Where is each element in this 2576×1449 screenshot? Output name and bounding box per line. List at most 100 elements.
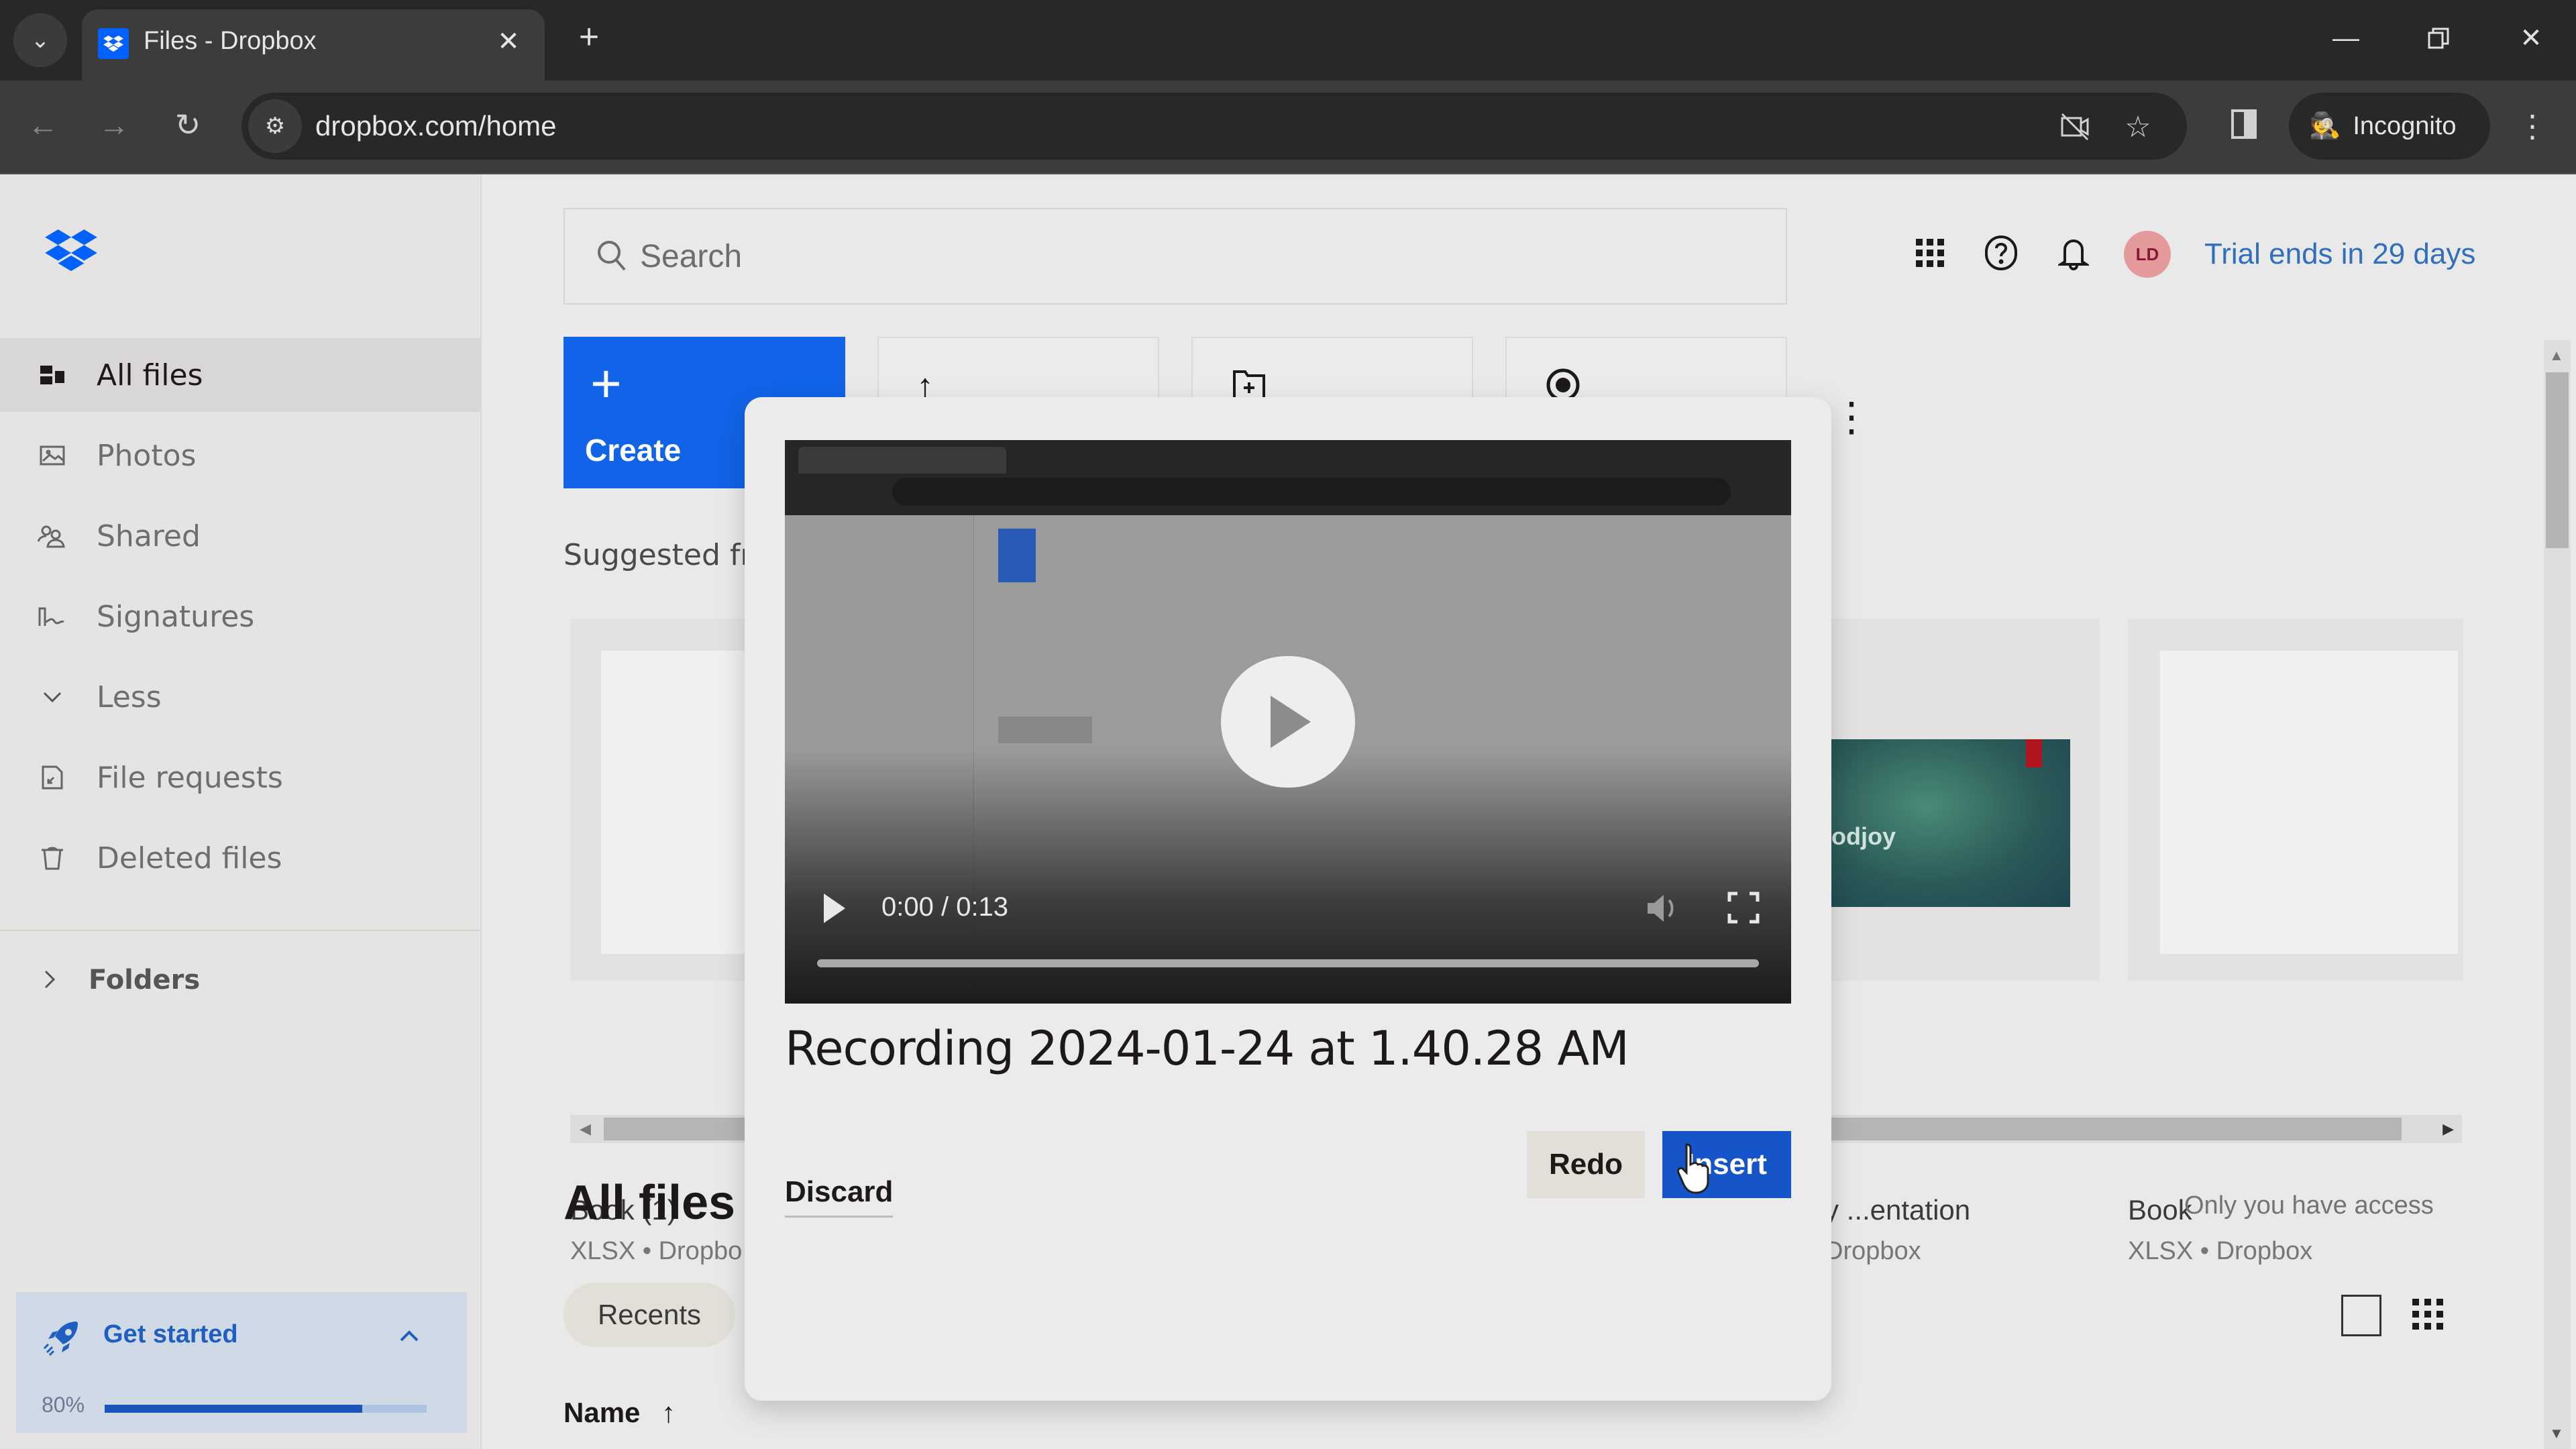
incognito-icon: 🕵	[2309, 112, 2341, 140]
sidebar-item-signatures[interactable]: Signatures	[0, 580, 480, 653]
help-icon[interactable]	[1978, 229, 2025, 276]
new-tab-button[interactable]: +	[567, 15, 611, 59]
sidebar: All files Photos Shared Signatures Less	[0, 176, 482, 1449]
file-name[interactable]: y ...entation	[1825, 1194, 1970, 1226]
search-input[interactable]	[640, 229, 1713, 283]
avatar[interactable]: LD	[2124, 231, 2171, 278]
rocket-icon	[43, 1318, 83, 1361]
file-thumbnail	[2160, 651, 2458, 954]
chevron-up-icon[interactable]	[397, 1328, 421, 1348]
progress-bar-fill	[105, 1405, 362, 1413]
thumbnail-accent	[2026, 739, 2042, 767]
access-status: Only you have access	[2184, 1191, 2434, 1220]
video-frame-heading	[998, 716, 1092, 743]
list-view-icon[interactable]	[2341, 1295, 2381, 1336]
plus-icon: +	[590, 354, 622, 413]
hand-cursor-icon	[1677, 1142, 1717, 1195]
recording-title: Recording 2024-01-24 at 1.40.28 AM	[785, 1021, 1629, 1076]
create-label: Create	[585, 433, 682, 468]
suggested-file-card[interactable]: odjoy	[1831, 619, 2100, 981]
chip-recents[interactable]: Recents	[564, 1283, 735, 1347]
volume-icon[interactable]	[1645, 891, 1685, 928]
file-requests-icon	[34, 759, 71, 796]
name-column-header[interactable]: Name ↑	[564, 1397, 676, 1429]
sidebar-item-label: Photos	[97, 438, 197, 473]
sidebar-item-label: Deleted files	[97, 841, 282, 875]
forward-icon[interactable]: →	[87, 98, 141, 152]
scroll-right-icon[interactable]: ▶	[2443, 1120, 2454, 1138]
search-icon	[596, 239, 633, 276]
bookmark-star-icon[interactable]: ☆	[2116, 105, 2160, 149]
recording-preview-modal: 0:00 / 0:13 Recording 2024-01-24 at 1.40…	[745, 397, 1831, 1401]
side-panel-icon[interactable]	[2220, 101, 2267, 148]
play-button-large[interactable]	[1221, 656, 1355, 788]
tab-search-button[interactable]: ⌄	[13, 13, 67, 67]
scroll-left-icon[interactable]: ◀	[580, 1120, 591, 1138]
more-actions-icon[interactable]: ⋮	[1831, 390, 1872, 444]
name-column-label: Name	[564, 1397, 641, 1428]
sidebar-divider	[0, 930, 480, 931]
trial-link[interactable]: Trial ends in 29 days	[2204, 237, 2475, 271]
dropbox-page: All files Photos Shared Signatures Less	[0, 176, 2576, 1449]
browser-tab[interactable]: Files - Dropbox ✕	[82, 9, 545, 80]
discard-button[interactable]: Discard	[785, 1175, 894, 1218]
address-bar[interactable]: ⚙ dropbox.com/home ☆	[241, 93, 2187, 160]
dropbox-favicon-icon	[98, 28, 129, 59]
video-time: 0:00 / 0:13	[881, 892, 1009, 922]
sidebar-item-label: Less	[97, 680, 162, 714]
url-text: dropbox.com/home	[315, 110, 557, 142]
sidebar-item-shared[interactable]: Shared	[0, 499, 480, 573]
video-frame-browser-chrome	[785, 440, 1791, 515]
sidebar-item-less[interactable]: Less	[0, 660, 480, 734]
video-frame-omnibox	[892, 478, 1731, 506]
play-icon	[1271, 696, 1311, 748]
search-bar[interactable]	[564, 208, 1787, 305]
sidebar-item-label: File requests	[97, 760, 283, 795]
scroll-up-icon[interactable]: ▲	[2549, 347, 2564, 364]
camera-off-icon[interactable]	[2053, 105, 2097, 149]
incognito-badge[interactable]: 🕵 Incognito	[2289, 93, 2490, 160]
scroll-down-icon[interactable]: ▼	[2549, 1425, 2564, 1442]
all-files-heading: All files	[564, 1176, 736, 1230]
file-meta: XLSX • Dropbo	[570, 1237, 743, 1265]
vertical-scrollbar[interactable]: ▲ ▼	[2544, 340, 2571, 1449]
dropbox-logo-icon[interactable]	[44, 229, 105, 276]
restore-icon[interactable]	[2408, 15, 2469, 62]
site-info-icon[interactable]: ⚙	[248, 99, 302, 153]
browser-menu-icon[interactable]: ⋮	[2509, 99, 2556, 153]
shared-icon	[34, 517, 71, 555]
suggested-file-card[interactable]	[2128, 619, 2463, 981]
chevron-down-icon: ⌄	[30, 28, 50, 53]
incognito-label: Incognito	[2353, 111, 2457, 140]
redo-button[interactable]: Redo	[1527, 1131, 1645, 1198]
sidebar-item-all-files[interactable]: All files	[0, 338, 480, 412]
scrollbar-thumb[interactable]	[2546, 372, 2569, 548]
suggested-section-title: Suggested fro	[564, 538, 770, 572]
sidebar-item-deleted-files[interactable]: Deleted files	[0, 821, 480, 895]
tab-close-icon[interactable]: ✕	[488, 21, 529, 62]
get-started-title: Get started	[103, 1320, 238, 1348]
back-icon[interactable]: ←	[16, 98, 70, 152]
sidebar-item-photos[interactable]: Photos	[0, 419, 480, 492]
minimize-icon[interactable]: —	[2316, 15, 2376, 62]
video-player[interactable]: 0:00 / 0:13	[785, 440, 1791, 1004]
close-window-icon[interactable]: ✕	[2501, 15, 2561, 62]
play-icon[interactable]	[821, 891, 855, 928]
grid-view-icon[interactable]	[2411, 1297, 2445, 1331]
file-name[interactable]: Book	[2128, 1194, 2192, 1226]
notifications-bell-icon[interactable]	[2050, 229, 2097, 276]
photos-icon	[34, 437, 71, 474]
video-frame-tab	[798, 447, 1006, 474]
get-started-panel[interactable]: Get started 80%	[16, 1292, 467, 1433]
sort-ascending-icon: ↑	[661, 1397, 676, 1428]
reload-icon[interactable]: ↻	[161, 98, 215, 152]
progress-bar	[105, 1405, 427, 1413]
app-grid-icon[interactable]	[1907, 229, 1953, 276]
folders-label: Folders	[89, 965, 201, 996]
fullscreen-icon[interactable]	[1727, 891, 1763, 928]
folders-toggle[interactable]: Folders	[0, 947, 480, 1014]
sidebar-item-file-requests[interactable]: File requests	[0, 741, 480, 814]
video-progress-bar[interactable]	[817, 959, 1759, 967]
sidebar-item-label: Signatures	[97, 599, 255, 634]
browser-toolbar: ← → ↻ ⚙ dropbox.com/home ☆ 🕵 Incognito ⋮	[0, 80, 2576, 174]
